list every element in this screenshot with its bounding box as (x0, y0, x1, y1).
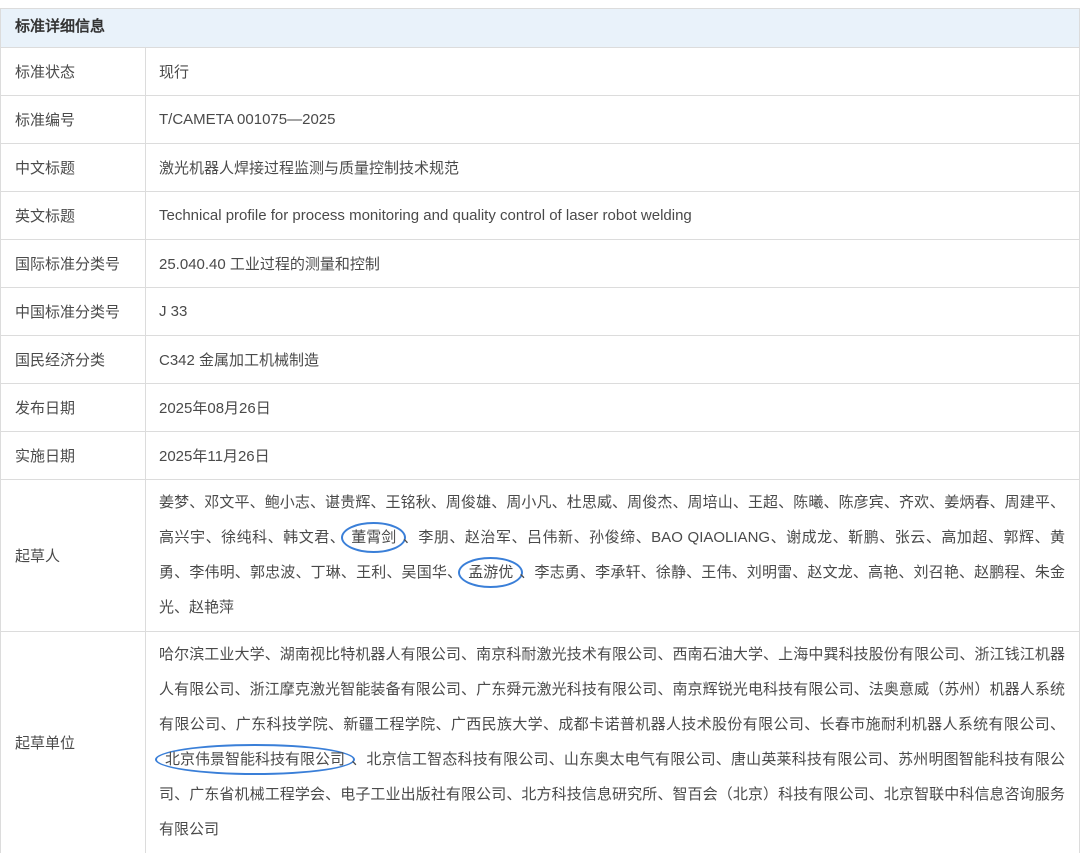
table-row-ics: 国际标准分类号 25.040.40 工业过程的测量和控制 (1, 239, 1079, 287)
row-label: 起草人 (1, 480, 146, 631)
row-value: 25.040.40 工业过程的测量和控制 (146, 240, 1079, 287)
table-row-implement-date: 实施日期 2025年11月26日 (1, 431, 1079, 479)
row-label: 实施日期 (1, 432, 146, 479)
row-label: 中国标准分类号 (1, 288, 146, 335)
standard-detail-panel: 标准详细信息 标准状态 现行 标准编号 T/CAMETA 001075—2025… (0, 8, 1080, 853)
circled-drafter-name: 董霄剑 (341, 522, 406, 553)
row-value: J 33 (146, 288, 1079, 335)
organizations-text: 哈尔滨工业大学、湖南视比特机器人有限公司、南京科耐激光技术有限公司、西南石油大学… (146, 632, 1079, 853)
row-value: T/CAMETA 001075—2025 (146, 96, 1079, 143)
row-label: 国民经济分类 (1, 336, 146, 383)
panel-title: 标准详细信息 (1, 9, 1079, 47)
row-label: 中文标题 (1, 144, 146, 191)
row-label: 发布日期 (1, 384, 146, 431)
table-row-status: 标准状态 现行 (1, 47, 1079, 95)
table-row-organizations: 起草单位 哈尔滨工业大学、湖南视比特机器人有限公司、南京科耐激光技术有限公司、西… (1, 631, 1079, 853)
circled-organization-name: 北京伟景智能科技有限公司 (155, 744, 355, 775)
table-row-ccs: 中国标准分类号 J 33 (1, 287, 1079, 335)
row-value: 2025年11月26日 (146, 432, 1079, 479)
row-label: 标准状态 (1, 48, 146, 95)
row-value: 激光机器人焊接过程监测与质量控制技术规范 (146, 144, 1079, 191)
table-row-economy-class: 国民经济分类 C342 金属加工机械制造 (1, 335, 1079, 383)
row-value: Technical profile for process monitoring… (146, 192, 1079, 239)
table-row-english-title: 英文标题 Technical profile for process monit… (1, 191, 1079, 239)
row-label: 英文标题 (1, 192, 146, 239)
drafters-text: 姜梦、邓文平、鲍小志、谌贵辉、王铭秋、周俊雄、周小凡、杜思威、周俊杰、周培山、王… (146, 480, 1079, 631)
table-row-publish-date: 发布日期 2025年08月26日 (1, 383, 1079, 431)
table-row-chinese-title: 中文标题 激光机器人焊接过程监测与质量控制技术规范 (1, 143, 1079, 191)
organizations-part: 哈尔滨工业大学、湖南视比特机器人有限公司、南京科耐激光技术有限公司、西南石油大学… (159, 646, 1065, 733)
row-value: 现行 (146, 48, 1079, 95)
circled-drafter-name: 孟游优 (458, 557, 523, 588)
table-row-drafters: 起草人 姜梦、邓文平、鲍小志、谌贵辉、王铭秋、周俊雄、周小凡、杜思威、周俊杰、周… (1, 479, 1079, 631)
row-label: 标准编号 (1, 96, 146, 143)
row-value: C342 金属加工机械制造 (146, 336, 1079, 383)
row-label: 国际标准分类号 (1, 240, 146, 287)
row-label: 起草单位 (1, 632, 146, 853)
row-value: 2025年08月26日 (146, 384, 1079, 431)
table-row-number: 标准编号 T/CAMETA 001075—2025 (1, 95, 1079, 143)
